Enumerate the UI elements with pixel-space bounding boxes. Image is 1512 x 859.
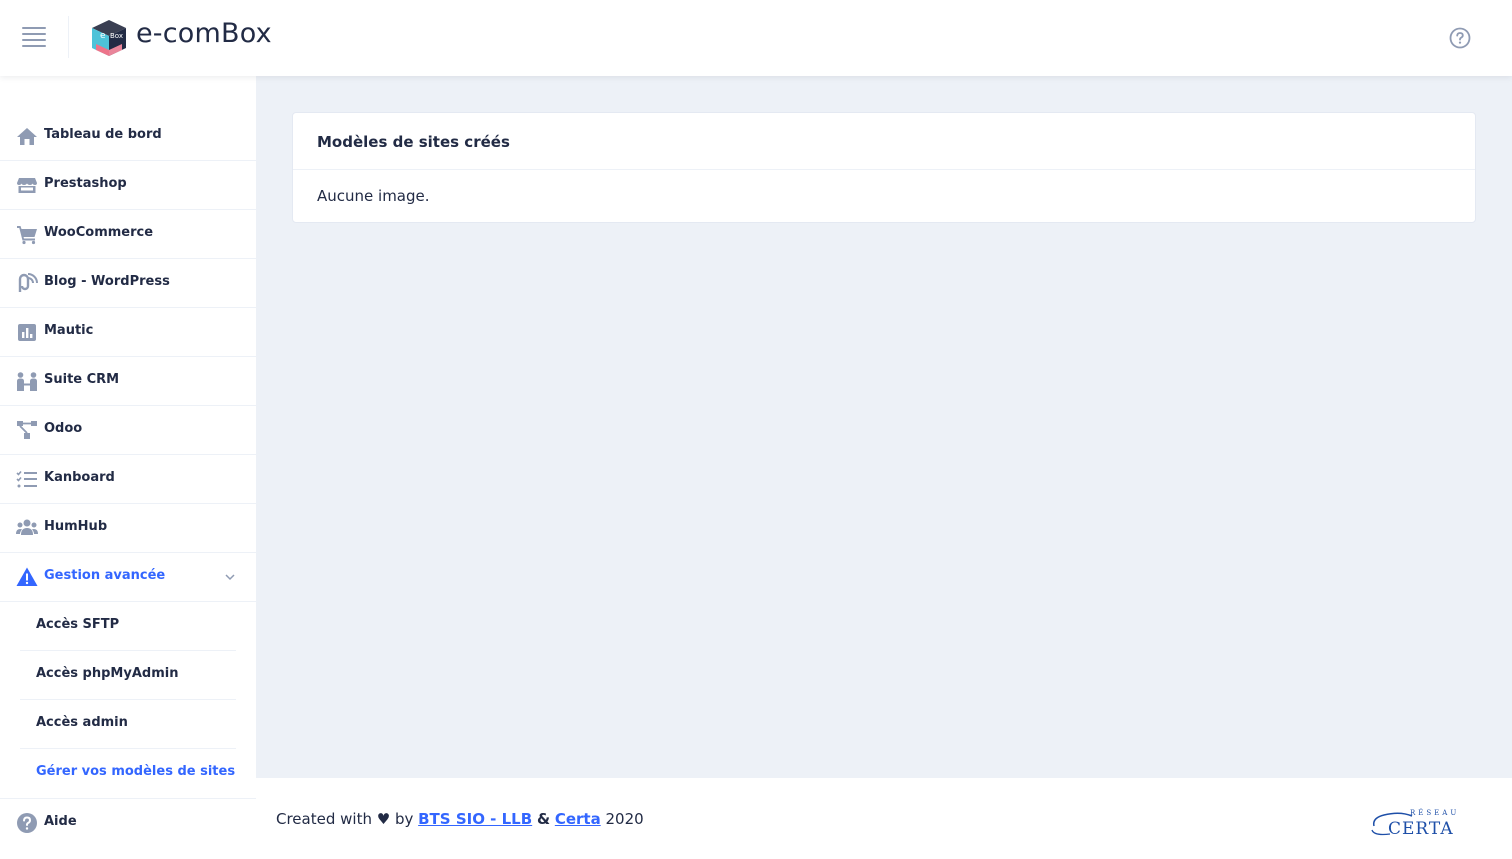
submenu-item-label: Accès phpMyAdmin: [36, 666, 179, 681]
sidebar: Tableau de bord Prestashop WooCommerce B…: [0, 76, 256, 859]
footer-ampersand: &: [536, 810, 551, 828]
sidebar-item-woocommerce[interactable]: WooCommerce: [0, 210, 256, 259]
submenu-item-acces-phpmyadmin[interactable]: Accès phpMyAdmin: [20, 651, 236, 700]
svg-text:e: e: [100, 31, 106, 41]
footer-prefix: Created with ♥ by: [276, 810, 414, 828]
certa-link[interactable]: Certa: [555, 810, 601, 828]
sidebar-item-kanboard[interactable]: Kanboard: [0, 455, 256, 504]
bar-chart-icon: [18, 324, 36, 341]
svg-text:Box: Box: [110, 32, 123, 40]
sidebar-item-blog-wordpress[interactable]: Blog - WordPress: [0, 259, 256, 308]
card-title: Modèles de sites créés: [317, 133, 510, 151]
footer-year: 2020: [605, 810, 644, 828]
sidebar-item-label: Prestashop: [44, 176, 127, 191]
svg-text:RÉSEAU: RÉSEAU: [1410, 808, 1459, 817]
sidebar-item-label: Tableau de bord: [44, 127, 162, 142]
sidebar-item-label: Aide: [44, 814, 77, 829]
brand-title[interactable]: e-comBox: [136, 18, 272, 49]
home-icon: [17, 128, 37, 145]
sidebar-item-aide[interactable]: Aide: [0, 799, 256, 848]
sidebar-item-tableau-de-bord[interactable]: Tableau de bord: [0, 112, 256, 161]
sidebar-item-humhub[interactable]: HumHub: [0, 504, 256, 553]
store-icon: [17, 178, 37, 193]
footer: Created with ♥ by BTS SIO - LLB & Certa …: [256, 778, 1512, 859]
bts-sio-link[interactable]: BTS SIO - LLB: [418, 810, 532, 828]
submenu-item-label: Gérer vos modèles de sites: [36, 764, 236, 779]
card-body: Aucune image.: [293, 170, 1475, 222]
network-icon: [17, 421, 37, 439]
rss-icon: [18, 273, 38, 292]
submenu-gestion-avancee: Accès SFTP Accès phpMyAdmin Accès admin …: [0, 602, 256, 799]
ecombox-logo-icon[interactable]: e Box: [90, 18, 128, 58]
sidebar-item-label: Gestion avancée: [44, 568, 166, 583]
sidebar-item-label: Odoo: [44, 421, 83, 436]
sidebar-item-label: HumHub: [44, 519, 108, 534]
help-circle-icon[interactable]: [1449, 27, 1471, 49]
site-models-card: Modèles de sites créés Aucune image.: [292, 112, 1476, 223]
card-header: Modèles de sites créés: [293, 113, 1475, 170]
warning-icon: [16, 567, 38, 586]
hamburger-menu-icon[interactable]: [22, 27, 46, 49]
top-header: e Box e-comBox: [0, 0, 1512, 76]
certa-logo[interactable]: RÉSEAU CERTA: [1370, 804, 1482, 840]
cart-icon: [17, 226, 37, 245]
sidebar-item-label: Suite CRM: [44, 372, 120, 387]
submenu-item-acces-admin[interactable]: Accès admin: [20, 700, 236, 749]
submenu-item-label: Accès SFTP: [36, 617, 120, 632]
footer-credits: Created with ♥ by BTS SIO - LLB & Certa …: [276, 810, 644, 828]
sidebar-item-mautic[interactable]: Mautic: [0, 308, 256, 357]
people-link-icon: [17, 372, 37, 391]
sidebar-item-label: Kanboard: [44, 470, 115, 485]
submenu-item-acces-sftp[interactable]: Accès SFTP: [20, 602, 236, 651]
sidebar-item-prestashop[interactable]: Prestashop: [0, 161, 256, 210]
sidebar-item-label: Blog - WordPress: [44, 274, 170, 289]
checklist-icon: [16, 470, 37, 488]
sidebar-item-label: WooCommerce: [44, 225, 154, 240]
header-divider: [68, 16, 69, 58]
empty-state-text: Aucune image.: [317, 187, 430, 205]
sidebar-item-label: Mautic: [44, 323, 94, 338]
group-icon: [16, 519, 38, 535]
submenu-item-gerer-modeles[interactable]: Gérer vos modèles de sites: [20, 749, 236, 798]
sidebar-nav: Tableau de bord Prestashop WooCommerce B…: [0, 112, 256, 848]
svg-text:CERTA: CERTA: [1388, 819, 1454, 839]
sidebar-item-suite-crm[interactable]: Suite CRM: [0, 357, 256, 406]
sidebar-item-odoo[interactable]: Odoo: [0, 406, 256, 455]
question-icon: [17, 813, 37, 833]
submenu-item-label: Accès admin: [36, 715, 128, 730]
chevron-down-icon[interactable]: [224, 572, 236, 582]
sidebar-item-gestion-avancee[interactable]: Gestion avancée: [0, 553, 256, 602]
